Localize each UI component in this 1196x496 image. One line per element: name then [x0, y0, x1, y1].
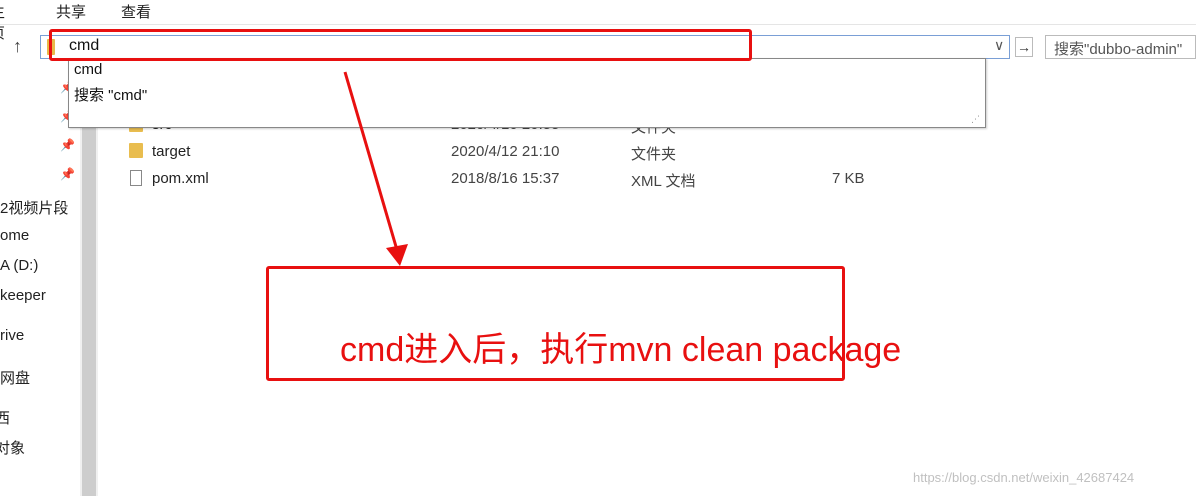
annotation-arrow: [343, 71, 408, 266]
callout-text: cmd进入后，执行mvn clean package: [340, 331, 902, 369]
watermark: https://blog.csdn.net/weixin_42687424: [913, 470, 1135, 485]
